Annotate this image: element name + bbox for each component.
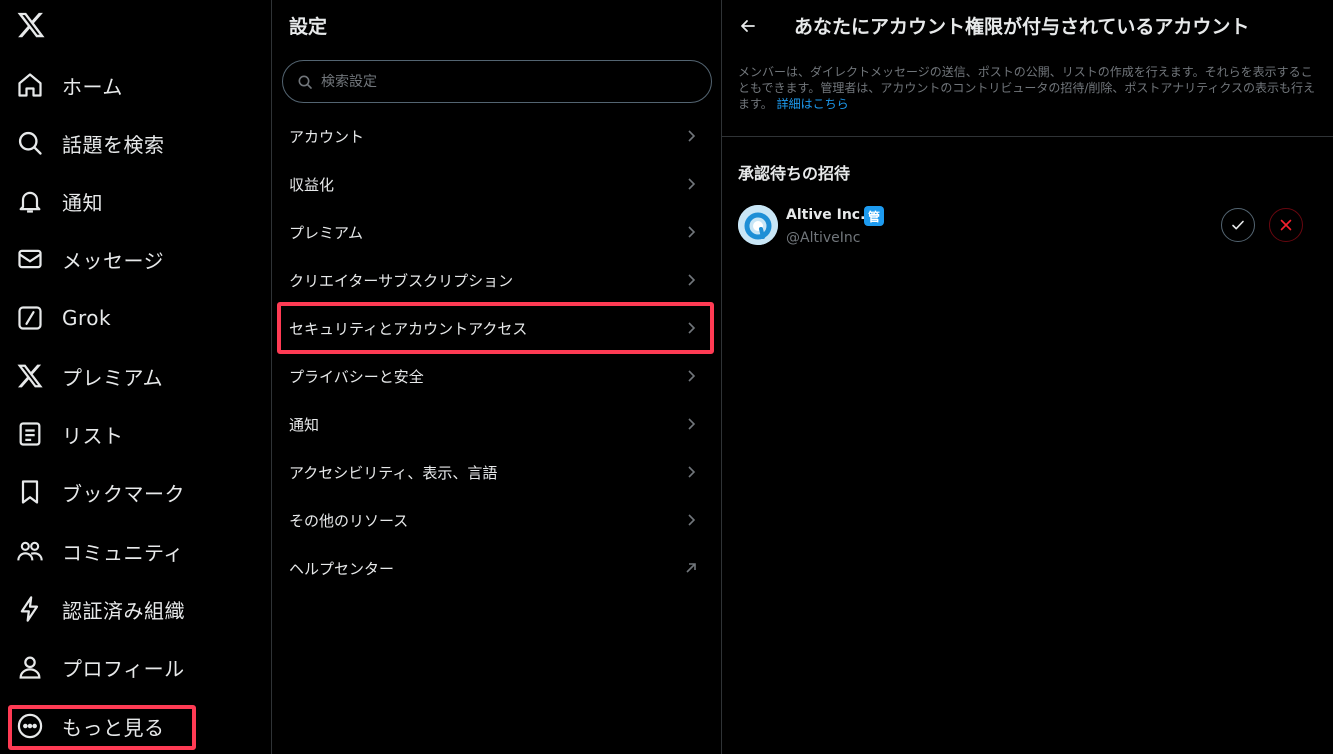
person-icon	[16, 653, 44, 681]
settings-item-help-center[interactable]: ヘルプセンター	[272, 544, 721, 592]
bell-icon	[16, 187, 44, 215]
chevron-right-icon	[683, 320, 699, 336]
nav-label: 話題を検索	[62, 132, 165, 157]
chevron-right-icon	[683, 176, 699, 192]
settings-search[interactable]	[282, 60, 712, 103]
x-logo-icon	[16, 362, 44, 390]
nav-verified-orgs[interactable]: 認証済み組織	[8, 585, 264, 633]
nav-lists[interactable]: リスト	[8, 410, 264, 458]
nav-label: プレミアム	[62, 365, 164, 390]
nav-communities[interactable]: コミュニティ	[8, 527, 264, 575]
settings-item-label: アカウント	[289, 127, 365, 146]
nav-label: プロフィール	[62, 656, 185, 681]
nav-grok[interactable]: Grok	[8, 294, 264, 342]
lightning-icon	[16, 595, 44, 623]
avatar[interactable]	[738, 205, 778, 245]
nav-label: もっと見る	[62, 715, 165, 740]
learn-more-link[interactable]: 詳細はこちら	[777, 97, 849, 111]
settings-item-label: アクセシビリティ、表示、言語	[289, 463, 498, 482]
nav-label: リスト	[62, 423, 124, 448]
nav-label: コミュニティ	[62, 540, 184, 565]
nav-notifications[interactable]: 通知	[8, 177, 264, 225]
chevron-right-icon	[683, 416, 699, 432]
accept-invite-button[interactable]	[1221, 208, 1255, 242]
chevron-right-icon	[683, 224, 699, 240]
divider	[722, 136, 1333, 137]
nav-label: 通知	[62, 190, 103, 215]
chevron-right-icon	[683, 368, 699, 384]
settings-item-label: 収益化	[289, 175, 335, 194]
nav-label: 認証済み組織	[62, 598, 185, 623]
settings-item-notifications[interactable]: 通知	[272, 400, 721, 448]
primary-nav: ホーム 話題を検索 通知 メッセージ Grok プレミアム リスト ブックマーク…	[0, 0, 272, 754]
bookmark-icon	[16, 478, 44, 506]
nav-profile[interactable]: プロフィール	[8, 643, 264, 691]
settings-item-monetization[interactable]: 収益化	[272, 160, 721, 208]
settings-item-label: プライバシーと安全	[289, 367, 424, 386]
settings-item-label: プレミアム	[289, 223, 363, 242]
nav-label: ブックマーク	[62, 481, 185, 506]
nav-messages[interactable]: メッセージ	[8, 235, 264, 283]
nav-explore[interactable]: 話題を検索	[8, 119, 264, 167]
settings-item-security[interactable]: セキュリティとアカウントアクセス	[272, 304, 721, 352]
chevron-right-icon	[683, 272, 699, 288]
settings-item-label: 通知	[289, 415, 320, 434]
nav-label: Grok	[62, 306, 112, 330]
close-icon	[1278, 217, 1294, 233]
settings-item-account[interactable]: アカウント	[272, 112, 721, 160]
invite-account-name[interactable]: Altive Inc.	[786, 207, 865, 223]
page-title: あなたにアカウント権限が付与されているアカウント	[794, 16, 1250, 38]
community-icon	[16, 537, 44, 565]
home-icon	[16, 71, 44, 99]
grok-icon	[16, 304, 44, 332]
chevron-right-icon	[683, 464, 699, 480]
mail-icon	[16, 245, 44, 273]
delegated-accounts-panel: あなたにアカウント権限が付与されているアカウント メンバーは、ダイレクトメッセー…	[722, 0, 1333, 754]
nav-bookmarks[interactable]: ブックマーク	[8, 468, 264, 516]
back-arrow-icon[interactable]	[738, 16, 758, 36]
search-input[interactable]	[319, 72, 683, 91]
settings-item-label: その他のリソース	[289, 511, 409, 530]
check-icon	[1230, 217, 1246, 233]
nav-premium[interactable]: プレミアム	[8, 352, 264, 400]
chevron-right-icon	[683, 128, 699, 144]
decline-invite-button[interactable]	[1269, 208, 1303, 242]
settings-item-additional-resources[interactable]: その他のリソース	[272, 496, 721, 544]
settings-title: 設定	[289, 16, 328, 38]
search-icon	[16, 129, 44, 157]
settings-item-creator-subscriptions[interactable]: クリエイターサブスクリプション	[272, 256, 721, 304]
settings-item-label: クリエイターサブスクリプション	[289, 271, 514, 290]
chevron-right-icon	[683, 512, 699, 528]
invite-row: Altive Inc. 管 @AltiveInc	[738, 204, 1318, 248]
nav-label: メッセージ	[62, 248, 165, 273]
pending-invites-heading: 承認待ちの招待	[738, 164, 851, 183]
settings-item-premium[interactable]: プレミアム	[272, 208, 721, 256]
settings-column: 設定 アカウント 収益化 プレミアム クリエイターサブスクリプション セキュリテ…	[272, 0, 722, 754]
nav-label: ホーム	[62, 74, 123, 99]
external-link-icon	[683, 560, 699, 576]
settings-item-accessibility[interactable]: アクセシビリティ、表示、言語	[272, 448, 721, 496]
settings-item-label: セキュリティとアカウントアクセス	[289, 319, 528, 338]
invite-account-handle: @AltiveInc	[786, 230, 861, 246]
search-icon	[297, 74, 313, 90]
nav-more[interactable]: もっと見る	[8, 702, 264, 750]
admin-badge: 管	[864, 206, 884, 226]
settings-item-privacy[interactable]: プライバシーと安全	[272, 352, 721, 400]
nav-home[interactable]: ホーム	[8, 61, 264, 109]
settings-item-label: ヘルプセンター	[289, 559, 395, 578]
x-logo-icon[interactable]	[16, 10, 46, 40]
description: メンバーは、ダイレクトメッセージの送信、ポストの公開、リストの作成を行えます。そ…	[738, 64, 1318, 112]
more-icon	[16, 712, 44, 740]
list-icon	[16, 420, 44, 448]
